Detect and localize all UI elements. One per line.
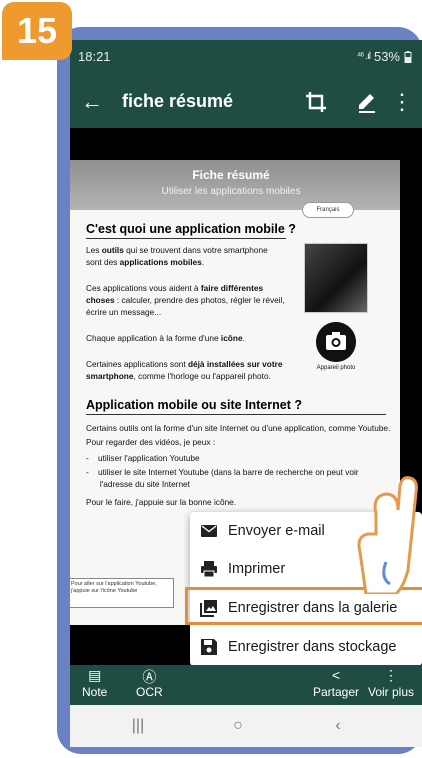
battery-icon	[404, 50, 412, 63]
document-banner-title: Fiche résumé	[192, 168, 270, 182]
bottom-toolbar: ▤ Note Ⓐ OCR < Partager ⋮ Voir plus	[70, 665, 422, 705]
heading-rule-1	[86, 238, 286, 239]
crop-icon[interactable]	[300, 86, 332, 118]
paragraph-6: Pour regarder des vidéos, je peux :	[86, 437, 216, 447]
more-options-icon[interactable]: ⋮	[388, 86, 416, 118]
status-indicators: ⁴⁶ .ıl 53%	[357, 49, 412, 64]
paragraph-2: Ces applications vous aident à faire dif…	[86, 283, 285, 317]
share-button[interactable]: < Partager	[313, 667, 359, 699]
section-heading-2: Application mobile ou site Internet ?	[86, 398, 302, 412]
back-arrow-icon[interactable]: ←	[74, 84, 110, 120]
status-time: 18:21	[78, 49, 111, 64]
menu-item-save-storage[interactable]: Enregistrer dans stockage	[190, 628, 422, 666]
note-label: Note	[82, 685, 108, 699]
phone-screen: 18:21 ⁴⁶ .ıl 53% ← fiche résumé ⋮ Fiche …	[70, 40, 422, 747]
save-icon	[201, 639, 217, 655]
battery-level: 53%	[373, 49, 400, 64]
paragraph-3: Chaque application à la forme d'une icôn…	[86, 333, 245, 343]
pointing-hand-icon	[357, 476, 418, 594]
side-note-box: Pour aller sur l'application Youtube, j'…	[70, 578, 174, 608]
back-nav-icon[interactable]: ‹	[318, 713, 358, 739]
paragraph-7: Pour le faire, j'appuie sur la bonne icô…	[86, 497, 237, 507]
menu-label: Imprimer	[228, 561, 286, 577]
ocr-icon: Ⓐ	[142, 669, 157, 685]
more-dots-icon: ⋮	[384, 667, 399, 683]
note-icon: ▤	[88, 667, 102, 683]
paragraph-1: Les outils qui se trouvent dans votre sm…	[86, 245, 268, 267]
camera-icon	[316, 322, 356, 362]
paragraph-5: Certains outils ont la forme d'un site I…	[86, 423, 391, 433]
email-icon	[201, 525, 217, 537]
paragraph-4: Certaines applications sont déjà install…	[86, 359, 283, 381]
status-bar: 18:21 ⁴⁶ .ıl 53%	[70, 40, 422, 76]
language-chip: Français	[302, 202, 354, 218]
camera-caption: Appareil photo	[316, 365, 356, 371]
app-bar: ← fiche résumé ⋮	[70, 76, 422, 128]
note-button[interactable]: ▤ Note	[82, 667, 107, 699]
person-photo	[304, 243, 368, 313]
system-nav-bar: ||| ○ ‹	[70, 705, 422, 747]
signal-icon: ⁴⁶ .ıl	[356, 51, 371, 62]
ocr-button[interactable]: Ⓐ OCR	[136, 667, 163, 699]
menu-label: Enregistrer dans stockage	[228, 639, 397, 655]
print-icon	[201, 561, 217, 578]
ocr-label: OCR	[136, 685, 163, 699]
list-item-1: - utiliser l'application Youtube	[86, 453, 200, 463]
document-banner-subtitle: Utiliser les applications mobiles	[161, 186, 301, 197]
edit-pencil-icon[interactable]	[350, 86, 382, 118]
share-label: Partager	[313, 685, 360, 699]
more-label: Voir plus	[368, 685, 415, 699]
app-title: fiche résumé	[122, 91, 234, 111]
home-icon[interactable]: ○	[218, 713, 258, 739]
section-heading-1: C'est quoi une application mobile ?	[86, 222, 296, 236]
more-button[interactable]: ⋮ Voir plus	[368, 667, 414, 699]
step-number-badge: 15	[2, 2, 72, 60]
menu-label: Envoyer e-mail	[228, 523, 325, 539]
recent-apps-icon[interactable]: |||	[118, 713, 158, 739]
heading-rule-2	[86, 414, 386, 415]
share-icon: <	[331, 667, 341, 683]
